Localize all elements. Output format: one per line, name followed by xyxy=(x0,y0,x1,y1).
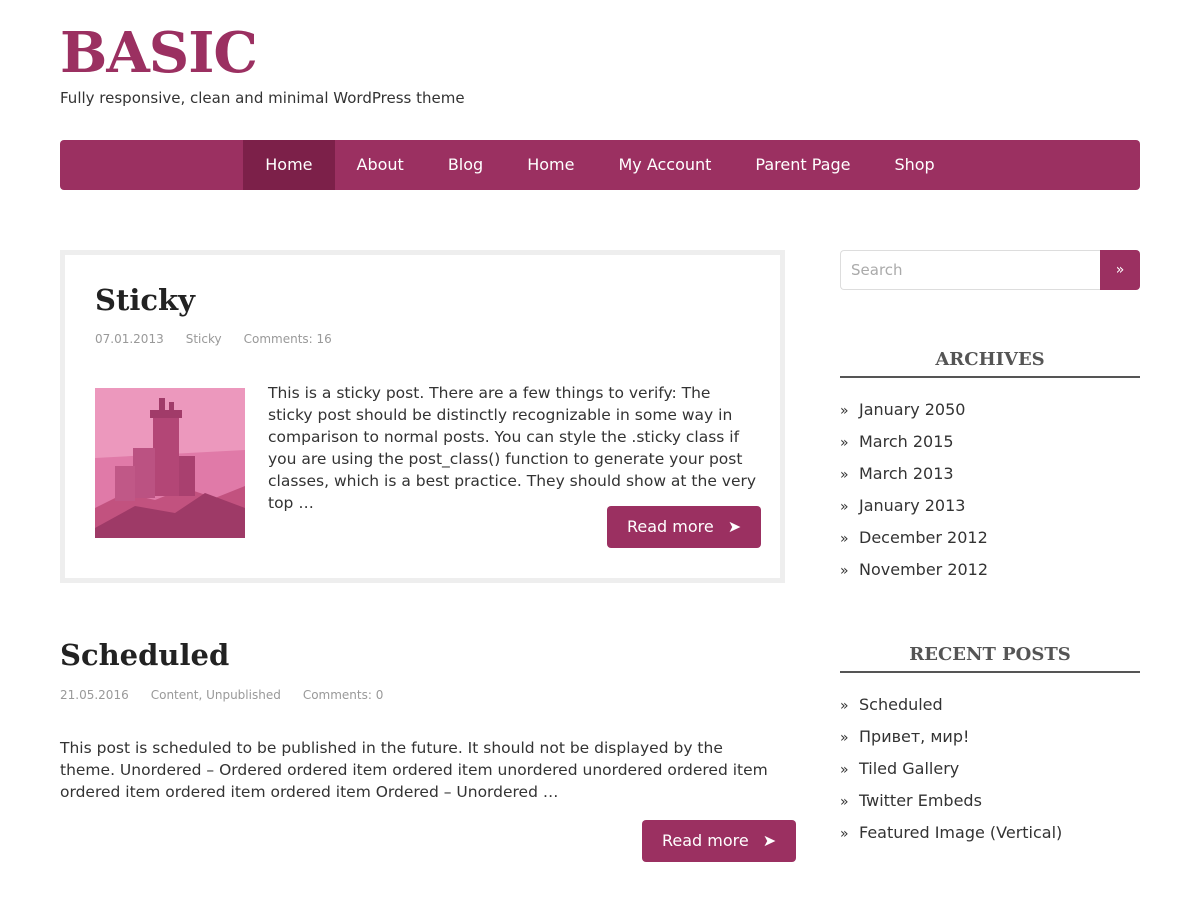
recent-post-link[interactable]: » Привет, мир! xyxy=(840,721,1140,753)
post-title[interactable]: Sticky xyxy=(95,283,195,317)
recent-post-link[interactable]: » Tiled Gallery xyxy=(840,753,1140,785)
bullet-icon: » xyxy=(840,698,849,714)
post-meta: 21.05.2016 Content, Unpublished Comments… xyxy=(60,688,383,702)
archive-link[interactable]: » January 2050 xyxy=(840,394,1140,426)
recent-posts-title: RECENT POSTS xyxy=(840,644,1140,673)
bullet-icon: » xyxy=(840,531,849,547)
recent-post-link[interactable]: » Scheduled xyxy=(840,689,1140,721)
archives-title: ARCHIVES xyxy=(840,349,1140,378)
archive-link[interactable]: » March 2013 xyxy=(840,458,1140,490)
site-title[interactable]: BASIC xyxy=(60,18,258,88)
archive-link[interactable]: » November 2012 xyxy=(840,554,1140,586)
recent-posts-list: » Scheduled » Привет, мир! » Tiled Gallery … xyxy=(840,689,1140,849)
recent-post-link[interactable]: » Twitter Embeds xyxy=(840,785,1140,817)
search-form: » xyxy=(840,250,1140,290)
bullet-icon: » xyxy=(840,794,849,810)
bullet-icon: » xyxy=(840,563,849,579)
post-thumbnail[interactable] xyxy=(95,388,245,538)
recent-post-link[interactable]: » Featured Image (Vertical) xyxy=(840,817,1140,849)
post-category[interactable]: Sticky xyxy=(186,332,222,346)
archive-link[interactable]: » March 2015 xyxy=(840,426,1140,458)
post-meta: 07.01.2013 Sticky Comments: 16 xyxy=(95,332,332,346)
bullet-icon: » xyxy=(840,762,849,778)
site-description: Fully responsive, clean and minimal Word… xyxy=(60,89,465,107)
read-more-button[interactable]: Read more ➤ xyxy=(642,820,797,862)
post-date: 07.01.2013 xyxy=(95,332,164,346)
bullet-icon: » xyxy=(840,403,849,419)
bullet-icon: » xyxy=(840,435,849,451)
nav-item-shop[interactable]: Shop xyxy=(872,140,956,190)
nav-item-parent-page[interactable]: Parent Page xyxy=(733,140,872,190)
bullet-icon: » xyxy=(840,730,849,746)
arrow-right-icon: ➤ xyxy=(762,831,777,850)
nav-item-home-2[interactable]: Home xyxy=(505,140,596,190)
search-button[interactable]: » xyxy=(1100,250,1140,290)
post-sticky: Sticky 07.01.2013 Sticky Comments: 16 Th… xyxy=(60,250,785,583)
post-comments[interactable]: Comments: 16 xyxy=(244,332,332,346)
read-more-button[interactable]: Read more ➤ xyxy=(607,506,762,548)
nav-item-my-account[interactable]: My Account xyxy=(596,140,733,190)
bullet-icon: » xyxy=(840,826,849,842)
post-excerpt: This post is scheduled to be published i… xyxy=(60,739,768,801)
read-more-label: Read more xyxy=(662,831,749,850)
post-date: 21.05.2016 xyxy=(60,688,129,702)
archive-link[interactable]: » December 2012 xyxy=(840,522,1140,554)
main-navigation: Home About Blog Home My Account Parent P… xyxy=(60,140,1140,190)
post-excerpt: This is a sticky post. There are a few t… xyxy=(268,384,757,512)
search-input[interactable] xyxy=(840,250,1101,290)
bullet-icon: » xyxy=(840,499,849,515)
post-category[interactable]: Content, Unpublished xyxy=(151,688,281,702)
nav-item-home[interactable]: Home xyxy=(243,140,335,190)
post-comments[interactable]: Comments: 0 xyxy=(303,688,384,702)
castle-image xyxy=(95,388,245,538)
bullet-icon: » xyxy=(840,467,849,483)
arrow-right-icon: ➤ xyxy=(727,517,742,536)
nav-item-about[interactable]: About xyxy=(335,140,426,190)
nav-item-blog[interactable]: Blog xyxy=(426,140,505,190)
archives-list: » January 2050 » March 2015 » March 2013 » J… xyxy=(840,394,1140,586)
post-title[interactable]: Scheduled xyxy=(60,638,229,672)
read-more-label: Read more xyxy=(627,517,714,536)
archive-link[interactable]: » January 2013 xyxy=(840,490,1140,522)
